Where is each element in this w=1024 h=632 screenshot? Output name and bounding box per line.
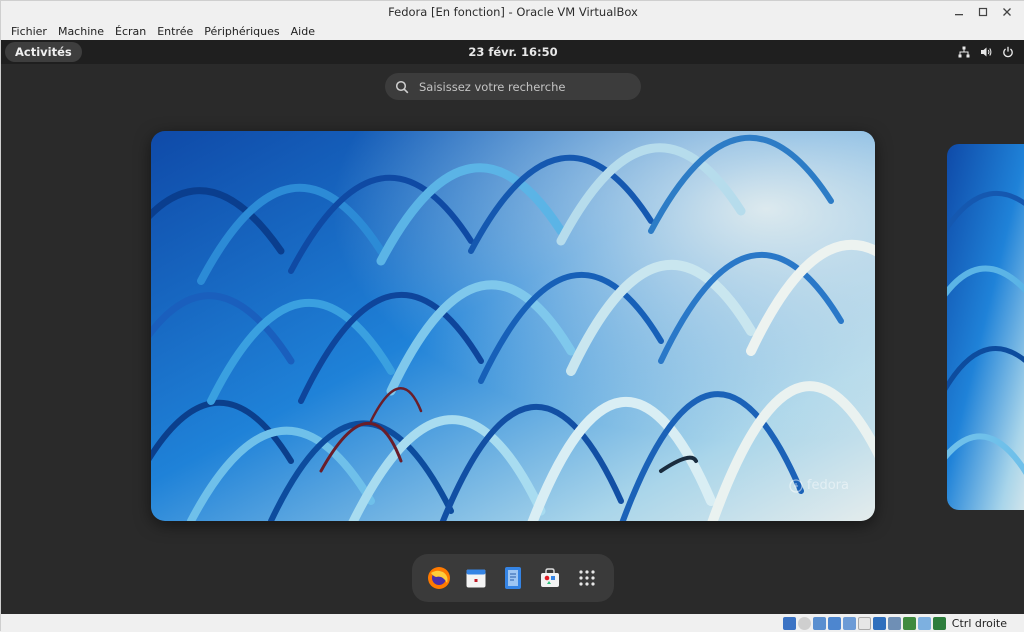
cpu-icon[interactable]	[902, 616, 916, 630]
hard-disk-icon[interactable]	[782, 616, 796, 630]
search-icon	[395, 80, 409, 93]
app-grid-icon[interactable]	[575, 566, 599, 590]
usb-icon[interactable]	[842, 616, 856, 630]
menu-aide[interactable]: Aide	[287, 25, 322, 38]
workspace-thumbnail-1[interactable]: fedora	[151, 131, 875, 521]
fedora-watermark-text: fedora	[806, 478, 849, 493]
window-title: Fedora [En fonction] - Oracle VM Virtual…	[388, 5, 638, 19]
host-key-label: Ctrl droite	[951, 616, 1007, 630]
power-icon[interactable]	[1001, 44, 1015, 60]
close-button[interactable]	[997, 3, 1017, 21]
activities-button[interactable]: Activités	[5, 42, 82, 62]
maximize-button[interactable]	[973, 3, 993, 21]
close-icon	[1003, 8, 1011, 16]
search-placeholder: Saisissez votre recherche	[419, 79, 566, 94]
software-icon[interactable]	[538, 566, 562, 590]
gnome-top-bar: Activités 23 févr. 16:50	[1, 40, 1024, 64]
display-icon[interactable]	[872, 616, 886, 630]
network-icon[interactable]	[957, 44, 971, 60]
maximize-icon	[978, 7, 988, 17]
firefox-icon[interactable]	[427, 566, 451, 590]
vm-display[interactable]: Activités 23 févr. 16:50 Saisissez votre…	[1, 40, 1024, 614]
menu-ecran[interactable]: Écran	[111, 25, 153, 38]
clock: 23 févr. 16:50	[1, 40, 1024, 64]
title-bar[interactable]: Fedora [En fonction] - Oracle VM Virtual…	[1, 1, 1024, 23]
dash	[412, 554, 614, 602]
vbox-status-bar: Ctrl droite	[1, 614, 1024, 632]
menu-fichier[interactable]: Fichier	[7, 25, 54, 38]
menu-bar: Fichier Machine Écran Entrée Périphériqu…	[1, 23, 1024, 40]
network-adapter-icon[interactable]	[827, 616, 841, 630]
clock-label[interactable]: 23 févr. 16:50	[468, 45, 557, 59]
optical-disk-icon[interactable]	[797, 616, 811, 630]
menu-peripheriques[interactable]: Périphériques	[200, 25, 286, 38]
video-capture-icon[interactable]	[887, 616, 901, 630]
mouse-integration-icon[interactable]	[917, 616, 931, 630]
fedora-watermark: fedora	[789, 478, 849, 493]
audio-icon[interactable]	[812, 616, 826, 630]
virtualbox-window: Fedora [En fonction] - Oracle VM Virtual…	[0, 0, 1024, 632]
fedora-logo-icon	[789, 478, 803, 493]
keyboard-icon[interactable]	[932, 616, 946, 630]
calendar-icon[interactable]	[464, 566, 488, 590]
minimize-button[interactable]	[949, 3, 969, 21]
volume-icon[interactable]	[979, 44, 993, 60]
wallpaper-image	[151, 131, 875, 521]
shared-folders-icon[interactable]	[857, 616, 871, 630]
menu-machine[interactable]: Machine	[54, 25, 111, 38]
menu-entree[interactable]: Entrée	[153, 25, 200, 38]
workspace-thumbnail-2[interactable]	[947, 144, 1024, 510]
window-controls	[949, 3, 1017, 21]
minimize-icon	[955, 14, 963, 16]
system-tray[interactable]	[957, 44, 1015, 60]
wallpaper-image-2	[947, 144, 1024, 510]
text-editor-icon[interactable]	[501, 566, 525, 590]
search-field[interactable]: Saisissez votre recherche	[385, 73, 641, 100]
